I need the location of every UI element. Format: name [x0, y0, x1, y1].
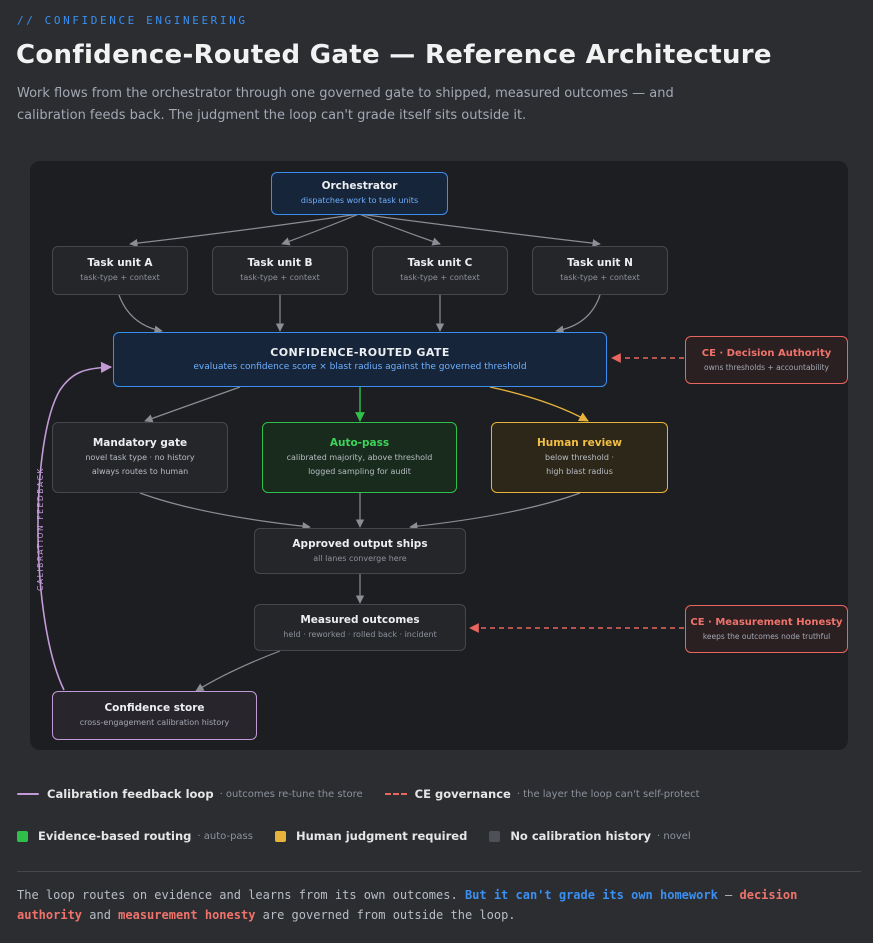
ce-decision-authority-node: CE · Decision Authority owns thresholds … — [685, 336, 848, 384]
footer-emphasis: But it can't grade its own homework — [464, 888, 718, 902]
mandatory-gate-node: Mandatory gate novel task type · no hist… — [52, 422, 228, 493]
orchestrator-node: Orchestrator dispatches work to task uni… — [271, 172, 448, 215]
page-title: Confidence-Routed Gate — Reference Archi… — [16, 40, 772, 70]
footer-part: The loop routes on evidence and learns f… — [17, 888, 465, 902]
auto-pass-node: Auto-pass calibrated majority, above thr… — [262, 422, 457, 493]
green-swatch — [17, 830, 28, 842]
task-unit-title: Task unit B — [247, 257, 313, 269]
ce-measure-title: CE · Measurement Honesty — [690, 616, 843, 628]
task-unit-c: Task unit C task-type + context — [372, 246, 508, 295]
confidence-gate-node: CONFIDENCE-ROUTED GATE evaluates confide… — [113, 332, 607, 387]
footer-measurement-honesty: measurement honesty — [118, 908, 256, 922]
legend-calibration-loop: Calibration feedback loop · outcomes re-… — [17, 787, 363, 801]
task-unit-sub: task-type + context — [240, 273, 320, 282]
legend-note: · outcomes re-tune the store — [219, 788, 363, 800]
purple-line-swatch — [17, 793, 39, 795]
store-title: Confidence store — [104, 702, 205, 714]
legend-label: No calibration history — [510, 829, 652, 843]
red-dash-swatch — [384, 793, 407, 795]
task-unit-title: Task unit C — [407, 257, 473, 269]
approved-output-node: Approved output ships all lanes converge… — [254, 528, 466, 574]
legend-label: Evidence-based routing — [38, 829, 192, 843]
legend-row-routing: Evidence-based routing · auto-pass Human… — [17, 829, 713, 843]
auto-pass-line2: logged sampling for audit — [308, 467, 411, 476]
approved-sub: all lanes converge here — [313, 553, 407, 563]
auto-pass-line1: calibrated majority, above threshold — [286, 453, 433, 462]
task-unit-title: Task unit N — [567, 257, 633, 269]
confidence-store-node: Confidence store cross-engagement calibr… — [52, 691, 257, 740]
task-unit-b: Task unit B task-type + context — [212, 246, 348, 295]
approved-title: Approved output ships — [292, 537, 428, 550]
mandatory-title: Mandatory gate — [92, 437, 188, 449]
amber-swatch — [274, 830, 286, 842]
footer-text: The loop routes on evidence and learns f… — [17, 885, 863, 925]
task-unit-sub: task-type + context — [560, 273, 640, 282]
store-sub: cross-engagement calibration history — [79, 718, 230, 727]
gray-swatch — [489, 830, 501, 842]
mandatory-line2: always routes to human — [91, 467, 189, 476]
legend-label: Human judgment required — [295, 829, 468, 843]
legend-human-judgment: Human judgment required — [274, 829, 468, 843]
measured-sub: held · reworked · rolled back · incident — [283, 630, 437, 639]
auto-pass-title: Auto-pass — [329, 437, 390, 449]
human-review-line2: high blast radius — [546, 467, 613, 476]
legend-note: · the layer the loop can't self-protect — [516, 788, 700, 800]
legend-note: · auto-pass — [197, 830, 253, 842]
task-unit-n: Task unit N task-type + context — [532, 246, 668, 295]
footer-part: — — [717, 888, 740, 902]
legend-ce-governance: CE governance · the layer the loop can't… — [384, 787, 700, 801]
footer-part: are governed from outside the loop. — [255, 908, 516, 922]
measured-outcomes-node: Measured outcomes held · reworked · roll… — [254, 604, 466, 651]
ce-decision-sub: owns thresholds + accountability — [704, 362, 829, 372]
legend-note: · novel — [657, 830, 691, 842]
ce-measure-sub: keeps the outcomes node truthful — [702, 631, 831, 641]
ce-decision-title: CE · Decision Authority — [701, 347, 832, 359]
gate-title: CONFIDENCE-ROUTED GATE — [270, 346, 450, 359]
legend-label: Calibration feedback loop — [47, 787, 214, 801]
orchestrator-title: Orchestrator — [321, 180, 398, 192]
human-review-node: Human review below threshold · high blas… — [491, 422, 668, 493]
task-unit-sub: task-type + context — [80, 273, 160, 282]
footer-part: and — [82, 908, 119, 922]
task-unit-sub: task-type + context — [400, 273, 480, 282]
task-unit-title: Task unit A — [87, 257, 153, 269]
mandatory-line1: novel task type · no history — [85, 453, 195, 462]
legend-row-lines: Calibration feedback loop · outcomes re-… — [17, 787, 722, 801]
footer-divider — [17, 871, 861, 872]
page-subtitle: Work flows from the orchestrator through… — [17, 86, 674, 123]
gate-sub: evaluates confidence score × blast radiu… — [193, 362, 527, 372]
ce-measurement-honesty-node: CE · Measurement Honesty keeps the outco… — [685, 605, 848, 653]
human-review-line1: below threshold · — [545, 453, 614, 462]
orchestrator-sub: dispatches work to task units — [300, 196, 419, 205]
legend-evidence-routing: Evidence-based routing · auto-pass — [17, 829, 253, 843]
legend-no-history: No calibration history · novel — [489, 829, 691, 843]
human-review-title: Human review — [537, 437, 622, 449]
legend-label: CE governance — [414, 787, 511, 801]
calibration-feedback-label: CALIBRATION FEEDBACK — [36, 467, 45, 591]
eyebrow: // CONFIDENCE ENGINEERING — [17, 14, 248, 27]
measured-title: Measured outcomes — [300, 614, 420, 626]
task-unit-a: Task unit A task-type + context — [52, 246, 188, 295]
